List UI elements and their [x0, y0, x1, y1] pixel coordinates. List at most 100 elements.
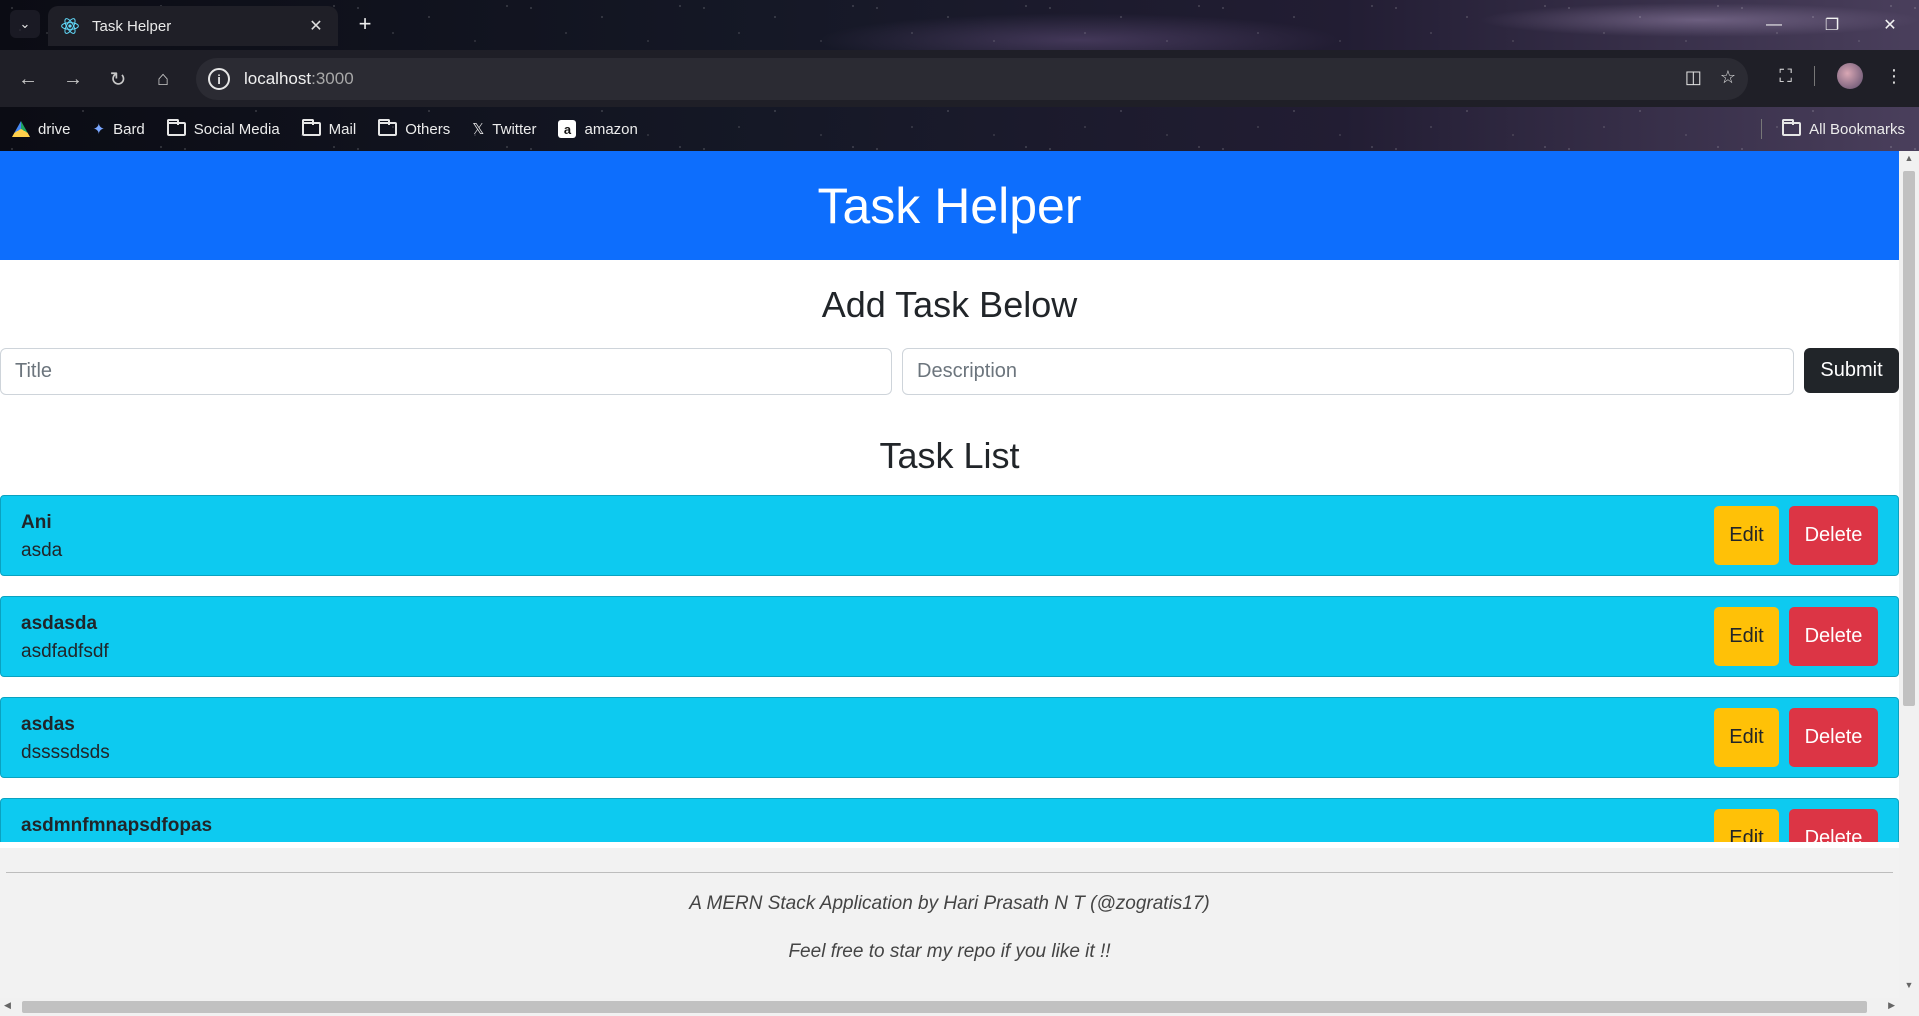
- bookmark-drive[interactable]: drive: [12, 121, 71, 138]
- reload-icon: ↻: [109, 68, 127, 91]
- description-input[interactable]: Description: [902, 348, 1794, 395]
- edit-button[interactable]: Edit: [1714, 607, 1779, 666]
- back-button[interactable]: ←: [12, 63, 44, 95]
- arrow-left-icon: ←: [18, 67, 38, 90]
- task-item: asdas dssssdsds Edit Delete: [0, 697, 1899, 778]
- task-list-heading: Task List: [879, 435, 1020, 476]
- task-title: asdmnfmnapsdfopas: [21, 815, 213, 836]
- browser-toolbar: ← → ↻ ⌂ i localhost :3000 ◫ ☆ ⛶ ⋮: [0, 50, 1919, 107]
- all-bookmarks[interactable]: All Bookmarks: [1761, 107, 1905, 151]
- tab-task-helper[interactable]: Task Helper ✕: [48, 6, 338, 46]
- bookmark-label: Social Media: [193, 120, 280, 138]
- bookmarks-bar: drive ✦ Bard Social Media Mail Others 𝕏 …: [0, 107, 1919, 151]
- bard-icon: ✦: [92, 121, 106, 138]
- delete-button[interactable]: Delete: [1789, 506, 1878, 565]
- extensions-icon[interactable]: ⛶: [1779, 66, 1792, 87]
- bookmark-twitter[interactable]: 𝕏 Twitter: [472, 120, 537, 139]
- toolbar-divider: [1814, 66, 1815, 86]
- chevron-down-icon: ⌄: [19, 16, 31, 31]
- scroll-right-icon[interactable]: ▶: [1888, 1000, 1895, 1011]
- bookmarks-divider: [1761, 119, 1763, 139]
- home-button[interactable]: ⌂: [147, 63, 179, 95]
- horizontal-scroll-thumb[interactable]: [22, 1001, 1867, 1013]
- vertical-scroll-thumb[interactable]: [1903, 171, 1915, 706]
- tab-search-button[interactable]: ⌄: [10, 10, 40, 38]
- x-icon: 𝕏: [472, 121, 485, 138]
- star-icon[interactable]: ☆: [1720, 67, 1736, 88]
- add-task-form: Title Description Submit: [0, 348, 1899, 395]
- scroll-left-icon[interactable]: ◀: [4, 1000, 11, 1011]
- info-icon[interactable]: i: [208, 68, 230, 90]
- bookmark-label: Mail: [328, 120, 357, 138]
- url-host: localhost: [244, 69, 312, 88]
- task-title: Ani: [21, 512, 52, 533]
- url-port: :3000: [311, 69, 354, 88]
- edit-button[interactable]: Edit: [1714, 708, 1779, 767]
- new-tab-button[interactable]: +: [352, 12, 378, 38]
- bookmark-folder-others[interactable]: Others: [378, 119, 451, 138]
- task-description: asda: [21, 540, 63, 561]
- task-item: Ani asda Edit Delete: [0, 495, 1899, 576]
- vertical-scrollbar[interactable]: ▲ ▼: [1899, 151, 1919, 998]
- horizontal-scrollbar[interactable]: ◀ ▶: [0, 998, 1919, 1016]
- forward-button[interactable]: →: [57, 63, 89, 95]
- omnibox-actions: ◫ ☆: [1685, 67, 1736, 88]
- folder-icon: [1782, 119, 1802, 136]
- submit-button[interactable]: Submit: [1804, 348, 1899, 393]
- tab-title: Task Helper: [92, 17, 172, 35]
- app-header: Task Helper: [0, 151, 1899, 260]
- bookmark-label: Bard: [113, 120, 145, 138]
- task-actions: Edit Delete: [1714, 708, 1878, 767]
- delete-button[interactable]: Delete: [1789, 607, 1878, 666]
- arrow-right-icon: →: [63, 67, 83, 90]
- reload-button[interactable]: ↻: [102, 63, 134, 95]
- bookmark-bard[interactable]: ✦ Bard: [92, 120, 145, 139]
- more-menu-icon[interactable]: ⋮: [1885, 66, 1903, 87]
- close-icon[interactable]: ✕: [306, 16, 326, 36]
- bookmark-label: Others: [405, 120, 451, 138]
- folder-icon: [301, 119, 321, 136]
- bookmark-folder-social-media[interactable]: Social Media: [166, 119, 280, 138]
- task-description: dssssdsds: [21, 742, 110, 763]
- window-controls: — ❐ ✕: [1745, 0, 1919, 50]
- task-actions: Edit Delete: [1714, 506, 1878, 565]
- description-placeholder: Description: [917, 360, 1018, 382]
- bookmark-folder-mail[interactable]: Mail: [301, 119, 357, 138]
- task-title: asdas: [21, 714, 75, 735]
- task-item: asdmnfmnapsdfopas Edit Delete: [0, 798, 1899, 842]
- bookmark-amazon[interactable]: a amazon: [558, 120, 638, 138]
- footer-star-note: Feel free to star my repo if you like it…: [788, 941, 1111, 962]
- task-list: Ani asda Edit Delete asdasda asdfadfsdf …: [0, 495, 1899, 842]
- home-icon: ⌂: [156, 67, 170, 90]
- delete-button[interactable]: Delete: [1789, 809, 1878, 842]
- task-actions: Edit Delete: [1714, 809, 1878, 842]
- title-placeholder: Title: [15, 360, 53, 382]
- edit-button[interactable]: Edit: [1714, 809, 1779, 842]
- profile-avatar[interactable]: [1837, 63, 1863, 89]
- drive-icon: [12, 121, 30, 137]
- address-bar[interactable]: i localhost :3000 ◫ ☆: [196, 58, 1748, 100]
- footer-divider: [6, 872, 1893, 873]
- app-title: Task Helper: [817, 177, 1082, 234]
- bookmark-label: drive: [38, 120, 71, 138]
- delete-button[interactable]: Delete: [1789, 708, 1878, 767]
- react-icon: [61, 18, 79, 34]
- edit-button[interactable]: Edit: [1714, 506, 1779, 565]
- toolbar-right: ⛶ ⋮: [1779, 63, 1919, 89]
- folder-icon: [166, 119, 186, 136]
- task-actions: Edit Delete: [1714, 607, 1878, 666]
- install-app-icon[interactable]: ◫: [1685, 67, 1702, 88]
- task-title: asdasda: [21, 613, 98, 634]
- restore-button[interactable]: ❐: [1803, 0, 1861, 50]
- scroll-down-icon[interactable]: ▼: [1899, 980, 1919, 996]
- footer-credit: A MERN Stack Application by Hari Prasath…: [689, 893, 1210, 914]
- scroll-up-icon[interactable]: ▲: [1899, 153, 1919, 169]
- all-bookmarks-label: All Bookmarks: [1809, 120, 1905, 138]
- add-task-heading: Add Task Below: [821, 284, 1078, 325]
- page-viewport: Task Helper Add Task Below Title Descrip…: [0, 151, 1899, 998]
- bookmark-label: Twitter: [492, 120, 537, 138]
- title-input[interactable]: Title: [0, 348, 892, 395]
- footer: A MERN Stack Application by Hari Prasath…: [0, 848, 1899, 998]
- close-window-button[interactable]: ✕: [1861, 0, 1919, 50]
- minimize-button[interactable]: —: [1745, 0, 1803, 50]
